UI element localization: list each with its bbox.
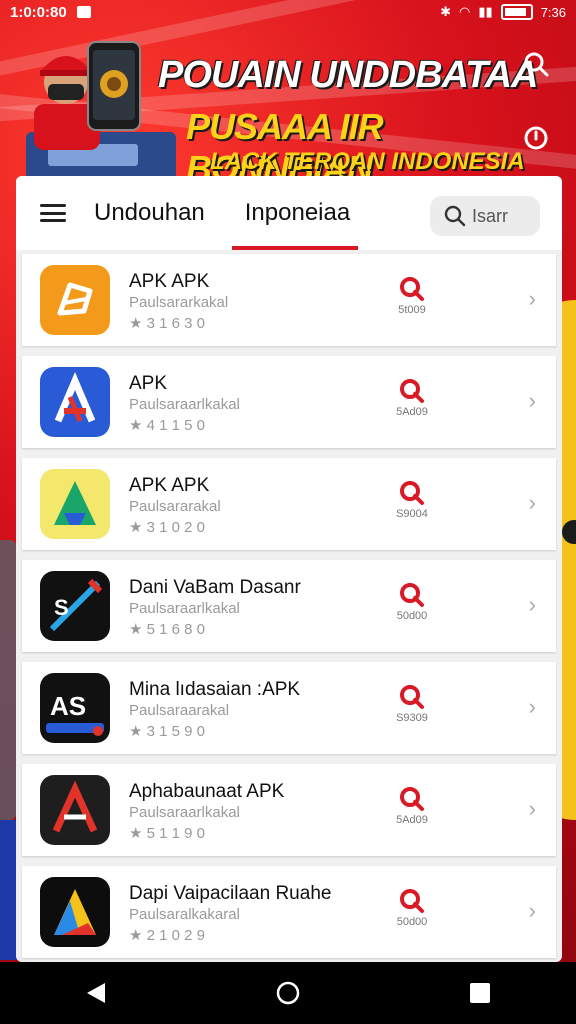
app-name: APK APK bbox=[129, 271, 210, 292]
chevron-right-icon: › bbox=[528, 286, 536, 311]
app-name: APK APK bbox=[129, 475, 210, 496]
back-button[interactable] bbox=[76, 973, 116, 1013]
app-rating: ★ 3 1 5 9 0 bbox=[129, 723, 206, 740]
svg-text:S: S bbox=[54, 595, 69, 620]
history-icon[interactable] bbox=[522, 124, 550, 152]
search-label: Isarr bbox=[472, 205, 508, 226]
app-rating: ★ 3 1 6 3 0 bbox=[129, 315, 206, 332]
apk-orange-icon bbox=[40, 265, 110, 335]
list-item[interactable]: Aphabaunaat APK Paulsaraarlkakal ★ 5 1 1… bbox=[22, 764, 556, 856]
tab-indonesia[interactable]: Inponeiaa bbox=[245, 199, 350, 227]
search-box[interactable]: Isarr bbox=[430, 196, 540, 236]
app-name: Dani VaBam Dasanr bbox=[129, 577, 301, 598]
status-bar: 1:0:0:80 ✱ ◠ ▮▮ 7:36 bbox=[0, 0, 576, 24]
search-icon bbox=[444, 205, 466, 227]
app-subtitle: Paulsaralkakaral bbox=[129, 906, 240, 923]
banner-title-line1: POUAIN UNDDBATAA bbox=[158, 54, 538, 96]
app-size: 50d00 bbox=[396, 916, 428, 928]
download-button[interactable]: S9004 bbox=[392, 480, 432, 520]
app-list: APK APK Paulsararkakal ★ 3 1 6 3 0 5t009… bbox=[16, 254, 562, 958]
list-item[interactable]: Dapi Vaipacilaan Ruahe Paulsaralkakaral … bbox=[22, 866, 556, 958]
chevron-right-icon: › bbox=[528, 694, 536, 719]
recents-icon bbox=[470, 983, 490, 1003]
app-subtitle: Paulsaraarlkakal bbox=[129, 396, 240, 413]
as-icon: AS bbox=[40, 673, 110, 743]
chevron-right-icon: › bbox=[528, 388, 536, 413]
tab-downloads[interactable]: Undouhan bbox=[94, 199, 205, 227]
list-item[interactable]: APK APK Paulsararkakal ★ 3 1 6 3 0 5t009… bbox=[22, 254, 556, 346]
apk-rainbow-a-icon bbox=[40, 877, 110, 947]
list-item[interactable]: S Dani VaBam Dasanr Paulsaraarlkakal ★ 5… bbox=[22, 560, 556, 652]
list-item[interactable]: APK Paulsaraarlkakal ★ 4 1 1 5 0 5Ad09 › bbox=[22, 356, 556, 448]
app-name: Mina lıdasaian :APK bbox=[129, 679, 301, 700]
app-rating: ★ 4 1 1 5 0 bbox=[129, 417, 206, 434]
app-subtitle: Paulsaraarlkakal bbox=[129, 600, 240, 617]
active-tab-indicator bbox=[232, 246, 358, 250]
status-time-left: 1:0:0:80 bbox=[10, 3, 67, 21]
status-icons: ✱ ◠ ▮▮ 7:36 bbox=[440, 4, 566, 20]
app-size: S9004 bbox=[396, 508, 428, 520]
download-button[interactable]: S9309 bbox=[392, 684, 432, 724]
apk-blue-icon bbox=[40, 367, 110, 437]
list-item[interactable]: APK APK Paulsararakal ★ 3 1 0 2 0 S9004 … bbox=[22, 458, 556, 550]
app-size: 50d00 bbox=[396, 610, 428, 622]
mascot-illustration bbox=[26, 41, 176, 182]
system-nav-bar bbox=[0, 962, 576, 1024]
download-button[interactable]: 5Ad09 bbox=[392, 378, 432, 418]
app-rating: ★ 2 1 0 2 9 bbox=[129, 927, 206, 944]
chevron-right-icon: › bbox=[528, 898, 536, 923]
apk-black-blue-icon: S bbox=[40, 571, 110, 641]
app-subtitle: Paulsaraarlkakal bbox=[129, 804, 240, 821]
app-list-card: Undouhan Inponeiaa Isarr APK APK Paulsar… bbox=[16, 176, 562, 962]
app-rating: ★ 3 1 0 2 0 bbox=[129, 519, 206, 536]
apk-green-icon bbox=[40, 469, 110, 539]
download-button[interactable]: 5t009 bbox=[392, 276, 432, 316]
download-icon bbox=[400, 481, 424, 505]
download-icon bbox=[400, 685, 424, 709]
app-rating: ★ 5 1 1 9 0 bbox=[129, 825, 206, 842]
app-name: Dapi Vaipacilaan Ruahe bbox=[129, 883, 332, 904]
wifi-icon: ◠ bbox=[459, 4, 471, 19]
apk-red-a-icon bbox=[40, 775, 110, 845]
app-subtitle: Paulsararkakal bbox=[129, 294, 229, 311]
status-time-right: 7:36 bbox=[540, 4, 566, 20]
menu-icon[interactable] bbox=[40, 204, 66, 222]
app-name: Aphabaunaat APK bbox=[129, 781, 285, 802]
app-size: 5Ad09 bbox=[396, 406, 428, 418]
chevron-right-icon: › bbox=[528, 796, 536, 821]
chevron-right-icon: › bbox=[528, 592, 536, 617]
download-icon bbox=[400, 583, 424, 607]
download-icon bbox=[400, 889, 424, 913]
battery-icon bbox=[500, 4, 533, 20]
search-icon[interactable] bbox=[522, 50, 550, 78]
download-icon bbox=[400, 277, 424, 301]
home-button[interactable] bbox=[268, 973, 308, 1013]
download-button[interactable]: 50d00 bbox=[392, 888, 432, 928]
signal-icon: ▮▮ bbox=[478, 4, 493, 19]
recents-button[interactable] bbox=[460, 973, 500, 1013]
download-icon bbox=[400, 379, 424, 403]
app-bar: Undouhan Inponeiaa Isarr bbox=[16, 176, 562, 250]
back-icon bbox=[87, 983, 105, 1003]
app-size: S9309 bbox=[396, 712, 428, 724]
banner-title-line3: LACK TERQAN INDONESIA bbox=[210, 148, 525, 175]
bluetooth-icon: ✱ bbox=[440, 4, 452, 19]
download-icon bbox=[400, 787, 424, 811]
chevron-right-icon: › bbox=[528, 490, 536, 515]
notification-icon bbox=[76, 6, 91, 18]
app-size: 5t009 bbox=[398, 304, 426, 316]
home-icon bbox=[276, 981, 300, 1005]
download-button[interactable]: 50d00 bbox=[392, 582, 432, 622]
app-name: APK bbox=[129, 373, 168, 394]
app-subtitle: Paulsararakal bbox=[129, 498, 221, 515]
svg-text:AS: AS bbox=[50, 691, 86, 721]
app-subtitle: Paulsaraarakal bbox=[129, 702, 230, 719]
promo-banner: POUAIN UNDDBATAA PUSAAA IIR BONNBIAN LAC… bbox=[0, 24, 576, 189]
list-item[interactable]: AS Mina lıdasaian :APK Paulsaraarakal ★ … bbox=[22, 662, 556, 754]
app-size: 5Ad09 bbox=[396, 814, 428, 826]
app-rating: ★ 5 1 6 8 0 bbox=[129, 621, 206, 638]
download-button[interactable]: 5Ad09 bbox=[392, 786, 432, 826]
